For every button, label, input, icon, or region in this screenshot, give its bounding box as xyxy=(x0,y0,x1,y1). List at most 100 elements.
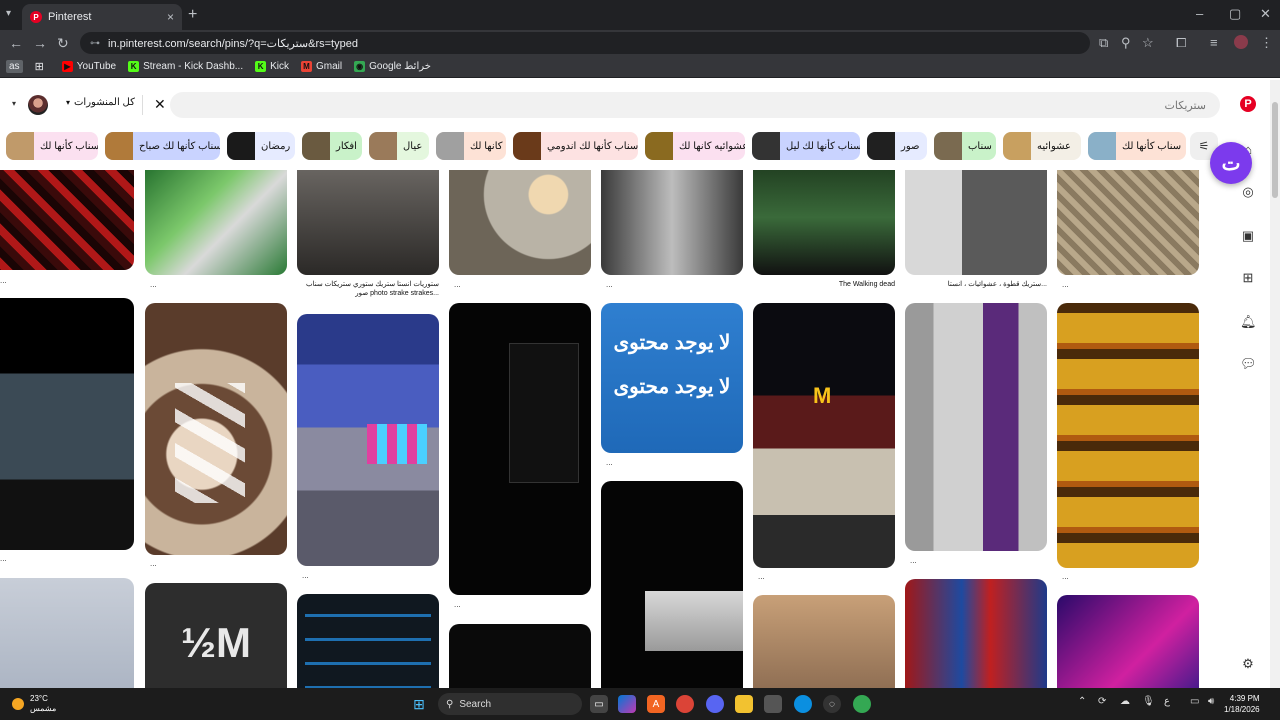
pin-image[interactable] xyxy=(1057,595,1199,688)
pin-more-icon[interactable]: ... xyxy=(1062,280,1069,289)
notifications-icon[interactable]: 🔔︎ xyxy=(1240,314,1257,330)
search-chip[interactable]: عيال xyxy=(369,132,429,160)
pin-image[interactable] xyxy=(0,298,134,550)
app-spinner-icon[interactable]: ◌ xyxy=(823,695,841,713)
new-tab-button[interactable]: + xyxy=(188,6,197,24)
search-chip[interactable]: سناب كأنها لك xyxy=(1088,132,1186,160)
pin-image[interactable] xyxy=(145,303,287,555)
messages-icon[interactable]: 💬︎ xyxy=(1240,356,1257,372)
tray-cloud-icon[interactable]: ☁ xyxy=(1120,696,1130,707)
file-explorer-icon[interactable] xyxy=(735,695,753,713)
search-chip[interactable]: سناب كأنها لك ليل xyxy=(752,132,860,160)
avatar[interactable] xyxy=(28,95,48,115)
search-chip[interactable]: سناب كأنها لك صباح xyxy=(105,132,220,160)
pin-image[interactable]: M xyxy=(753,303,895,568)
account-chevron-icon[interactable]: ▾ xyxy=(12,99,16,108)
bookmark-item[interactable]: ▶ YouTube xyxy=(61,61,116,72)
search-chip[interactable]: سناب كأنها لك اندومي xyxy=(513,132,638,160)
pin-image[interactable] xyxy=(297,170,439,275)
settings-gear-icon[interactable]: ⚙ xyxy=(1240,656,1256,672)
extension-fab-button[interactable]: ت xyxy=(1210,142,1252,184)
pin-image[interactable] xyxy=(145,170,287,275)
tray-sync-icon[interactable]: ⟳ xyxy=(1098,696,1106,707)
chrome-profile-icon[interactable] xyxy=(853,695,871,713)
tray-mic-icon[interactable]: 🎙︎ xyxy=(1142,696,1155,707)
search-chip[interactable]: رمضان xyxy=(227,132,295,160)
discord-icon[interactable] xyxy=(706,695,724,713)
pin-more-icon[interactable]: ... xyxy=(758,572,765,581)
pin-more-icon[interactable]: ... xyxy=(0,554,7,563)
store-icon[interactable] xyxy=(764,695,782,713)
pin-image[interactable] xyxy=(0,170,134,270)
copilot-icon[interactable] xyxy=(618,695,636,713)
browser-menu-icon[interactable]: ⋮ xyxy=(1260,35,1273,51)
task-view-icon[interactable]: ▭ xyxy=(590,695,608,713)
pin-more-icon[interactable]: ... xyxy=(454,280,461,289)
reading-list-icon[interactable]: ≡ xyxy=(1210,35,1218,50)
bookmark-star-icon[interactable]: ☆ xyxy=(1142,35,1154,51)
bookmark-item[interactable]: ◉ Google خرائط xyxy=(354,61,431,72)
pin-more-icon[interactable]: ... xyxy=(1062,572,1069,581)
pin-more-icon[interactable]: ... xyxy=(302,571,309,580)
pin-more-icon[interactable]: ... xyxy=(910,556,917,565)
pin-image[interactable]: لا يوجد محتوى لا يوجد محتوى xyxy=(601,303,743,453)
pin-image[interactable] xyxy=(905,579,1047,688)
tray-chevron-icon[interactable]: ⌃ xyxy=(1078,696,1086,707)
pin-image[interactable] xyxy=(1057,303,1199,568)
pin-image[interactable] xyxy=(905,170,1047,275)
tray-lang-icon[interactable]: ع xyxy=(1164,696,1170,707)
tab-search-icon[interactable]: ▾ xyxy=(6,8,11,19)
weather-widget[interactable]: 23°C مشمس xyxy=(12,694,56,714)
pin-more-icon[interactable]: ... xyxy=(0,276,7,285)
pin-image[interactable] xyxy=(753,595,895,688)
tray-network-icon[interactable]: ▭ xyxy=(1190,696,1199,707)
pin-image[interactable] xyxy=(753,170,895,275)
windows-start-icon[interactable]: ⊞ xyxy=(410,695,428,713)
pin-more-icon[interactable]: ... xyxy=(606,280,613,289)
tab-pinterest[interactable]: P Pinterest × xyxy=(22,4,182,30)
create-icon[interactable]: ⊞ xyxy=(1240,270,1256,286)
chrome-icon[interactable] xyxy=(676,695,694,713)
bookmark-item[interactable]: M Gmail xyxy=(301,61,342,72)
pin-image[interactable] xyxy=(449,624,591,688)
maximize-icon[interactable]: ▢ xyxy=(1229,6,1241,22)
app-a-icon[interactable]: A xyxy=(647,695,665,713)
pin-image[interactable] xyxy=(905,303,1047,551)
pin-image[interactable] xyxy=(297,314,439,566)
explore-icon[interactable]: ◎ xyxy=(1240,184,1256,200)
install-app-icon[interactable]: ⧉ xyxy=(1099,35,1108,51)
search-chip[interactable]: كانها لك xyxy=(436,132,506,160)
zoom-icon[interactable]: ⚲ xyxy=(1121,35,1131,51)
search-chip[interactable]: عشوائيه xyxy=(1003,132,1081,160)
pin-more-icon[interactable]: ... xyxy=(150,280,157,289)
filter-dropdown[interactable]: ▾ كل المنشورات xyxy=(66,97,135,108)
pin-image[interactable]: ½M xyxy=(145,583,287,688)
pin-more-icon[interactable]: ... xyxy=(150,559,157,568)
search-chip[interactable]: صور xyxy=(867,132,927,160)
forward-icon[interactable]: → xyxy=(33,35,47,51)
minimize-icon[interactable]: – xyxy=(1196,6,1203,21)
search-chip[interactable]: سناب xyxy=(934,132,996,160)
pin-image[interactable] xyxy=(601,481,743,688)
pin-caption[interactable]: The Walking dead xyxy=(753,280,895,289)
pin-image[interactable] xyxy=(297,594,439,688)
pin-image[interactable] xyxy=(449,303,591,595)
pinterest-logo-icon[interactable]: P xyxy=(1240,96,1256,112)
page-scrollbar[interactable] xyxy=(1270,80,1280,688)
edge-icon[interactable] xyxy=(794,695,812,713)
profile-bookmark-badge[interactable]: as xyxy=(6,60,23,73)
tab-close-icon[interactable]: × xyxy=(167,10,174,24)
site-info-icon[interactable]: ⊶ xyxy=(90,38,100,49)
back-icon[interactable]: ← xyxy=(9,35,23,51)
close-window-icon[interactable]: ✕ xyxy=(1260,6,1271,22)
profile-avatar-icon[interactable] xyxy=(1234,35,1248,49)
search-input[interactable]: ستريكات xyxy=(170,92,1220,118)
clear-search-icon[interactable]: ✕ xyxy=(154,96,166,113)
extensions-icon[interactable]: ⧠ xyxy=(1176,35,1186,51)
bookmark-item[interactable]: K Kick xyxy=(255,61,289,72)
apps-grid-icon[interactable]: ⊞ xyxy=(35,60,44,73)
reload-icon[interactable]: ↻ xyxy=(57,35,69,52)
clock[interactable]: 4:39 PM 1/18/2026 xyxy=(1224,693,1260,715)
pin-image[interactable] xyxy=(601,170,743,275)
url-bar[interactable]: ⊶ in.pinterest.com/search/pins/?q=ستريكا… xyxy=(80,32,1090,54)
